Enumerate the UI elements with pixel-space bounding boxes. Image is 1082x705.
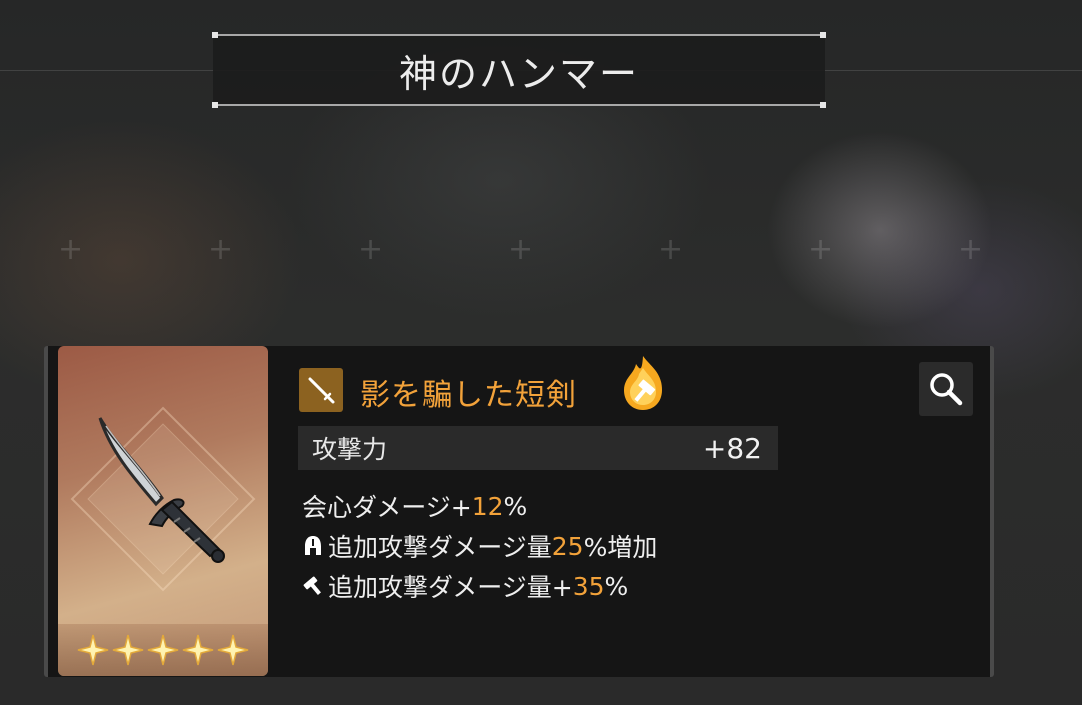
effect-suffix: %増加 — [583, 533, 658, 562]
grid-plus-marker: + — [808, 232, 834, 267]
star-icon — [182, 634, 214, 666]
grid-plus-marker: + — [358, 232, 384, 267]
effect-suffix: % — [503, 491, 528, 521]
inspect-button[interactable] — [919, 362, 973, 416]
rarity-stars — [58, 624, 268, 676]
corner-ornament — [820, 32, 826, 38]
grid-plus-marker: + — [508, 232, 534, 267]
effect-text: 会心ダメージ+ — [302, 493, 472, 522]
dagger-icon — [308, 377, 335, 404]
corner-ornament — [212, 32, 218, 38]
title-banner: 神のハンマー — [212, 32, 826, 108]
stat-label: 攻撃力 — [312, 435, 388, 464]
corner-ornament — [820, 102, 826, 108]
effect-line-crit: 会心ダメージ+ 12% — [302, 486, 657, 526]
flame-hammer-icon — [624, 356, 662, 410]
weapon-type-badge — [299, 368, 343, 412]
grid-plus-marker: + — [958, 232, 984, 267]
effects-list: 会心ダメージ+ 12% 追加攻撃ダメージ量 25 %増加 追加攻撃ダメージ量+ … — [302, 486, 657, 606]
star-icon — [112, 634, 144, 666]
item-card: 影を騙した短剣 攻撃力 +82 会心ダメージ+ 12% 追加攻撃ダメージ量 25… — [44, 346, 994, 677]
grid-plus-marker: + — [208, 232, 234, 267]
star-icon — [77, 634, 109, 666]
effect-value: 25 — [551, 531, 584, 561]
hammer-icon — [302, 574, 324, 598]
effect-text: 追加攻撃ダメージ量 — [328, 533, 552, 562]
search-icon — [930, 373, 963, 406]
grid-plus-marker: + — [658, 232, 684, 267]
effect-line-helmet: 追加攻撃ダメージ量 25 %増加 — [302, 526, 657, 566]
item-name: 影を騙した短剣 — [360, 378, 577, 413]
star-icon — [147, 634, 179, 666]
effect-value: 12 — [471, 491, 504, 521]
effect-value: 35 — [572, 571, 605, 601]
helmet-icon — [302, 534, 324, 558]
item-portrait[interactable] — [58, 346, 268, 676]
star-icon — [217, 634, 249, 666]
effect-text: 追加攻撃ダメージ量+ — [328, 573, 573, 602]
effect-line-hammer: 追加攻撃ダメージ量+ 35% — [302, 566, 657, 606]
grid-plus-marker: + — [58, 232, 84, 267]
dagger-artwork — [70, 406, 256, 592]
page-title: 神のハンマー — [398, 51, 639, 96]
attack-stat-row: 攻撃力 +82 — [298, 426, 778, 470]
corner-ornament — [212, 102, 218, 108]
effect-suffix: % — [604, 571, 629, 601]
stat-value: +82 — [702, 431, 762, 465]
